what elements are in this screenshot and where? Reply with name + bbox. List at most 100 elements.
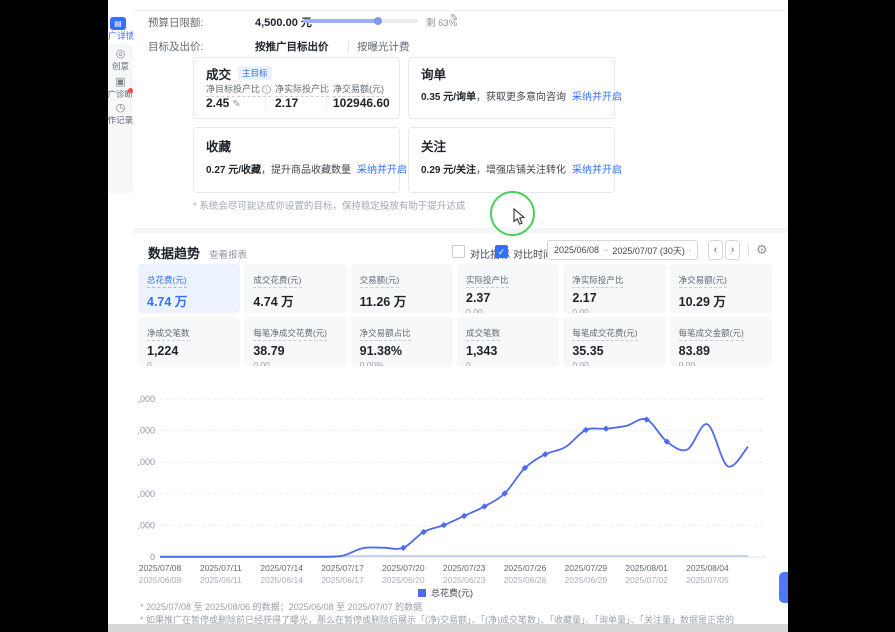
- x-axis-tick-label: 2025/07/20: [382, 563, 425, 573]
- metric-card-value: 2.37: [466, 291, 550, 305]
- x-axis-compare-tick-label: 2025/06/08: [139, 575, 182, 585]
- prev-period-button[interactable]: ‹: [708, 240, 723, 260]
- metric-card-0[interactable]: 总花费(元)4.74 万0.00: [138, 264, 240, 313]
- metric-card-label: 每笔成交金额(元): [679, 327, 744, 341]
- check-icon: ✓: [498, 247, 506, 257]
- budget-edit-pencil-icon[interactable]: ✎: [450, 13, 458, 24]
- date-range-start: 2025/06/08: [554, 245, 599, 255]
- bulb-icon: ◎: [108, 48, 133, 60]
- sidebar-item-2[interactable]: ◷作记录: [108, 102, 133, 125]
- metric-card-label: 成交花费(元): [253, 274, 301, 288]
- goal-footnote: * 系统会尽可能达成你设置的目标，保持稳定投放有助于提升达成: [193, 198, 465, 212]
- compare-metric-checkbox[interactable]: [452, 245, 465, 258]
- sidebar-item-label: 创意: [108, 62, 133, 71]
- calendar-icon: [689, 245, 691, 256]
- notification-dot: [128, 88, 133, 93]
- screen: ▤ 广详情 ◎创意▣广诊断◷作记录 预算日限额: 4,500.00 元 剩 63…: [0, 0, 895, 632]
- compare-time-checkbox[interactable]: ✓: [495, 245, 508, 258]
- metric-card-label: 交易额(元): [360, 274, 400, 288]
- horizontal-scrollbar[interactable]: [108, 624, 788, 632]
- top-divider: [133, 10, 788, 11]
- metric-card-8[interactable]: 净交易额占比91.38%0.00%: [351, 317, 453, 366]
- data-point-marker: [603, 426, 609, 432]
- metric-card-value: 83.89: [679, 344, 763, 358]
- x-axis-compare-tick-label: 2025/06/29: [565, 575, 608, 585]
- adopt-enable-link[interactable]: 采纳并开启: [572, 165, 622, 176]
- adopt-enable-link[interactable]: 采纳并开启: [572, 92, 622, 103]
- sidebar-item-1[interactable]: ▣广诊断: [108, 76, 133, 99]
- goal-card-favorite-desc: 0.27 元/收藏，提升商品收藏数量采纳并开启: [206, 161, 407, 176]
- metric-card-value: 4.74 万: [147, 291, 231, 310]
- tab-bid-by-goal[interactable]: 按推广目标出价: [255, 39, 329, 54]
- primary-goal-badge: 主目标: [238, 66, 272, 80]
- metric-card-value: 1,343: [466, 344, 550, 358]
- mouse-cursor-icon: [512, 208, 526, 226]
- sidebar-anchor-panel: ◎ 创意 ▣广诊断 ◷作记录: [108, 44, 133, 194]
- x-axis-compare-tick-label: 2025/07/02: [625, 575, 668, 585]
- goal-card-inquiry-title: 询单: [421, 64, 446, 83]
- x-axis-tick-label: 2025/07/08: [139, 563, 182, 573]
- y-axis-tick-label: 0: [150, 552, 155, 562]
- metric-card-10[interactable]: 每笔成交花费(元)35.350.00: [563, 317, 665, 366]
- goal-card-follow-desc: 0.29 元/关注，增强店铺关注转化采纳并开启: [421, 161, 622, 176]
- column-divider: [326, 82, 327, 110]
- x-axis-tick-label: 2025/07/29: [565, 563, 608, 573]
- sidebar-item-detail-label[interactable]: 广详情: [108, 31, 133, 42]
- metric-card-compare-value: 0: [466, 360, 550, 366]
- trend-section-title: 数据趋势: [148, 243, 200, 262]
- edit-pencil-icon[interactable]: ✎: [232, 99, 240, 110]
- metric-card-label: 成交笔数: [466, 327, 500, 341]
- deal-metric-label: 净目标投产比i: [206, 82, 271, 97]
- metric-card-label: 净成交笔数: [147, 327, 190, 341]
- data-point-marker: [542, 451, 548, 457]
- tab-bid-by-impression[interactable]: 按曝光计费: [357, 39, 410, 54]
- metric-card-7[interactable]: 每笔净成交花费(元)38.790.00: [244, 317, 346, 366]
- metric-card-compare-value: 0.00: [572, 307, 656, 313]
- metric-card-3[interactable]: 实际投产比2.370.00: [457, 264, 559, 313]
- metric-card-4[interactable]: 净实际投产比2.170.00: [563, 264, 665, 313]
- x-axis-compare-tick-label: 2025/07/05: [686, 575, 729, 585]
- metric-card-11[interactable]: 每笔成交金额(元)83.890.00: [670, 317, 772, 366]
- metric-card-9[interactable]: 成交笔数 1,343 0: [457, 317, 559, 366]
- budget-progress-fill: [303, 19, 378, 23]
- y-axis-tick-label: 2,000: [138, 489, 155, 499]
- sidebar-item-0[interactable]: ◎ 创意: [108, 48, 133, 71]
- metric-card-value: 1,224: [147, 344, 231, 358]
- metric-card-2[interactable]: 交易额(元)11.26 万0.00: [351, 264, 453, 313]
- metric-card-compare-value: 0: [147, 360, 231, 366]
- daily-budget-label: 预算日限额:: [148, 15, 203, 30]
- x-axis-compare-tick-label: 2025/06/11: [200, 575, 242, 585]
- sidebar-item-detail-active[interactable]: ▤: [110, 17, 126, 30]
- view-report-link[interactable]: 查看报表: [209, 247, 247, 261]
- metric-card-compare-value: 0.00: [572, 360, 656, 366]
- metric-card-5[interactable]: 净交易额(元)10.29 万0.00: [670, 264, 772, 313]
- info-icon[interactable]: i: [262, 85, 271, 94]
- adopt-enable-link[interactable]: 采纳并开启: [357, 165, 407, 176]
- gear-icon[interactable]: ⚙: [756, 242, 768, 258]
- metric-card-value: 10.29 万: [679, 291, 763, 310]
- next-period-button[interactable]: ›: [725, 240, 740, 260]
- deal-metric-value: 2.45✎: [206, 96, 241, 110]
- date-range-separator: ~: [603, 245, 608, 255]
- metric-card-value: 2.17: [572, 291, 656, 305]
- goal-card-follow-title: 关注: [421, 136, 446, 155]
- budget-slider-knob[interactable]: [374, 17, 382, 25]
- sidebar-item-label: 作记录: [108, 116, 133, 125]
- y-axis-tick-label: 4,000: [138, 426, 155, 436]
- metric-card-compare-value: 0.00: [253, 360, 337, 366]
- x-axis-tick-label: 2025/07/23: [443, 563, 486, 573]
- x-axis-tick-label: 2025/07/17: [321, 563, 364, 573]
- metric-card-6[interactable]: 净成交笔数 1,224 0: [138, 317, 240, 366]
- x-axis-tick-label: 2025/07/11: [200, 563, 242, 573]
- metric-card-1[interactable]: 成交花费(元)4.74 万0.00: [244, 264, 346, 313]
- x-axis-compare-tick-label: 2025/06/17: [321, 575, 364, 585]
- metric-card-compare-value: 0.00%: [360, 360, 444, 366]
- metric-card-value: 38.79: [253, 344, 337, 358]
- budget-progress-slider[interactable]: [303, 19, 418, 23]
- ad-detail-panel: ▤ 广详情 ◎创意▣广诊断◷作记录 预算日限额: 4,500.00 元 剩 63…: [108, 0, 788, 632]
- date-range-picker[interactable]: 2025/06/08 ~ 2025/07/07 (30天): [547, 240, 698, 260]
- side-drawer-handle[interactable]: [779, 572, 788, 603]
- metric-card-compare-value: 0.00: [360, 312, 444, 313]
- metric-card-value: 4.74 万: [253, 291, 337, 310]
- x-axis-tick-label: 2025/08/01: [625, 563, 668, 573]
